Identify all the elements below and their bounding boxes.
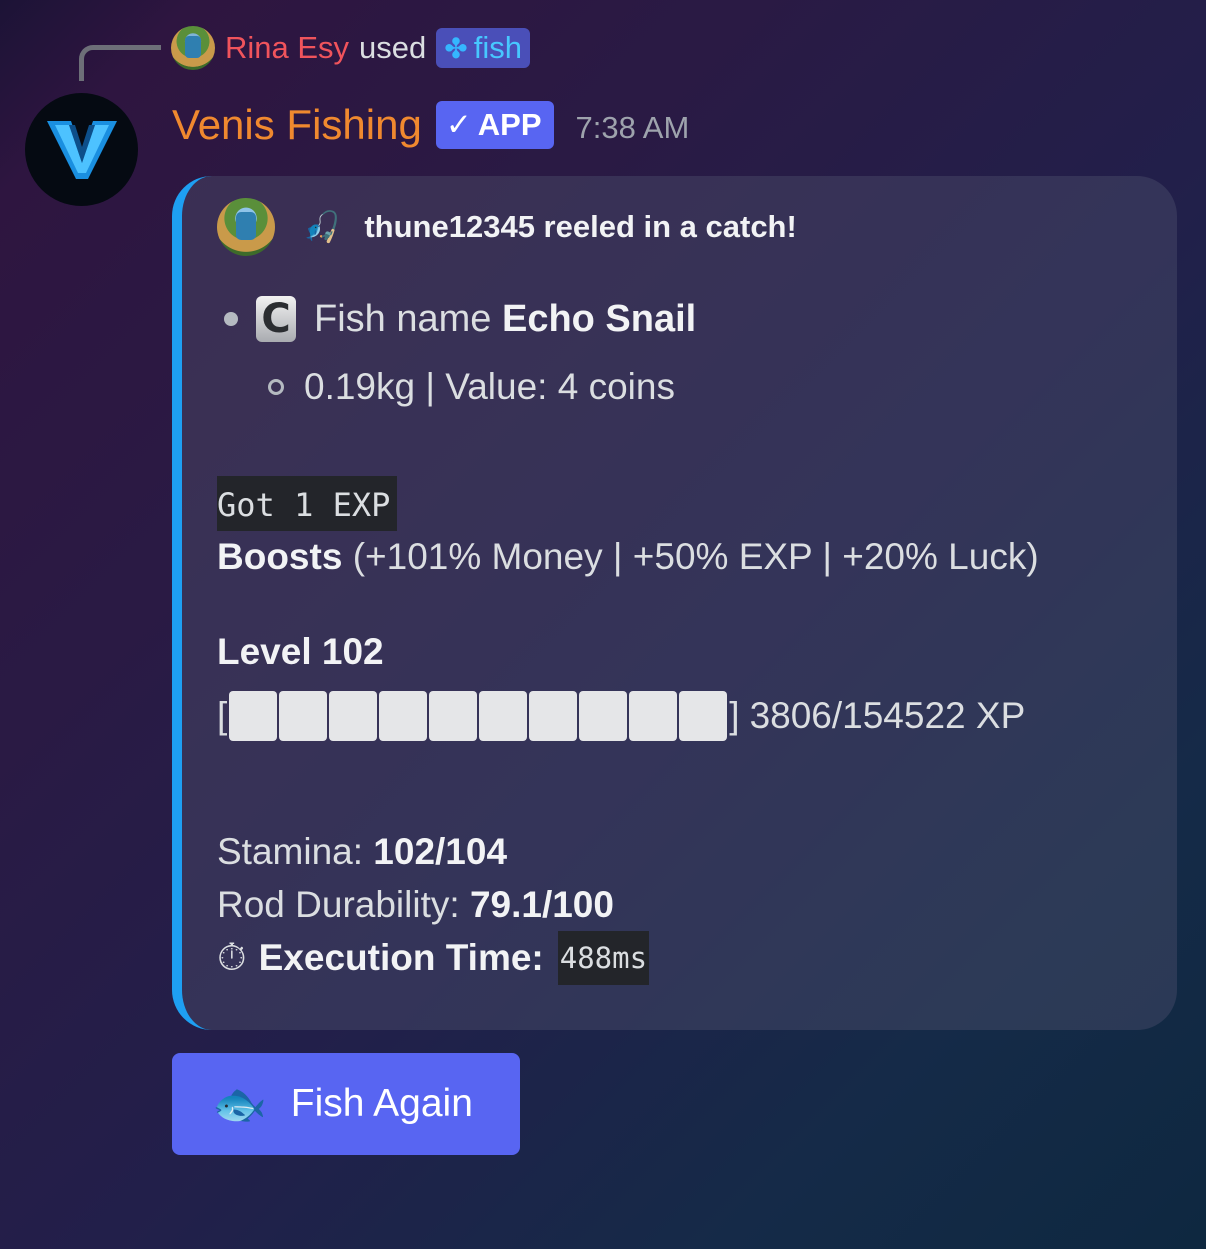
fish-name-label: Fish name — [314, 297, 492, 340]
xp-segment — [579, 691, 628, 741]
stamina-label: Stamina: — [217, 831, 364, 872]
xp-segment — [629, 691, 678, 741]
bot-avatar[interactable] — [25, 93, 138, 206]
fish-again-label: Fish Again — [290, 1082, 473, 1125]
boosts-label: Boosts — [217, 536, 343, 577]
stopwatch-icon: ⏱ — [217, 936, 247, 979]
boosts-line: Boosts (+101% Money | +50% EXP | +20% Lu… — [217, 536, 1039, 578]
level-title: Level 102 — [217, 631, 384, 672]
message-header: Venis Fishing ✓ APP 7:38 AM — [172, 96, 689, 154]
execution-time-value: 488ms — [557, 931, 650, 985]
clover-icon: ✤ — [444, 32, 468, 64]
rarity-c-icon: C — [256, 296, 296, 342]
xp-segment — [379, 691, 428, 741]
checkmark-icon: ✓ — [445, 107, 472, 142]
rod-durability-line: Rod Durability: 79.1/100 — [217, 884, 614, 926]
stamina-value: 102/104 — [373, 831, 508, 872]
xp-progress: [ ] 3806/154522 XP — [217, 691, 1025, 741]
boosts-value: (+101% Money | +50% EXP | +20% Luck) — [352, 536, 1039, 577]
reply-user-name[interactable]: Rina Esy — [225, 30, 349, 66]
xp-segment — [329, 691, 378, 741]
venis-logo-icon — [46, 120, 117, 179]
fish-weight-item: 0.19kg | Value: 4 coins — [268, 366, 675, 408]
execution-time-label: Execution Time: — [258, 937, 544, 978]
app-badge-label: APP — [477, 107, 542, 142]
xp-bracket-open: [ — [217, 695, 228, 736]
rod-durability-label: Rod Durability: — [217, 884, 460, 925]
xp-segment — [229, 691, 278, 741]
execution-time-line: ⏱ Execution Time: 488ms — [217, 931, 650, 985]
bot-name[interactable]: Venis Fishing — [172, 101, 422, 149]
author-avatar — [217, 198, 275, 256]
reply-header: Rina Esy used ✤ fish — [171, 25, 530, 71]
fish-name-item: C Fish name Echo Snail — [224, 296, 696, 342]
fish-weight-value: 0.19kg | Value: 4 coins — [304, 366, 675, 407]
reply-used-text: used — [359, 30, 427, 65]
xp-bracket-close: ] — [729, 695, 740, 736]
xp-segment — [279, 691, 328, 741]
xp-text: 3806/154522 XP — [749, 695, 1026, 736]
xp-bar — [229, 691, 728, 741]
fish-name-line: Fish name Echo Snail — [314, 298, 696, 341]
fishing-rod-icon: 🎣 — [303, 210, 341, 244]
app-badge: ✓ APP — [435, 101, 554, 149]
sub-bullet-icon — [268, 379, 284, 395]
xp-segment — [479, 691, 528, 741]
xp-segment — [679, 691, 728, 741]
catch-embed: 🎣 thune12345 reeled in a catch! C Fish n… — [172, 176, 1177, 1030]
fish-name-value: Echo Snail — [501, 297, 697, 340]
xp-segment — [429, 691, 478, 741]
xp-segment — [529, 691, 578, 741]
fish-hook-icon: 🐟 — [212, 1080, 267, 1129]
reply-connector — [79, 45, 161, 81]
author-text: thune12345 reeled in a catch! — [364, 209, 797, 244]
command-pill[interactable]: ✤ fish — [436, 28, 530, 68]
message-timestamp[interactable]: 7:38 AM — [576, 110, 690, 146]
exp-code: Got 1 EXP — [217, 476, 397, 531]
command-name: fish — [473, 30, 522, 65]
fish-again-button[interactable]: 🐟 Fish Again — [172, 1053, 520, 1155]
rod-durability-value: 79.1/100 — [469, 884, 614, 925]
bullet-icon — [224, 312, 238, 326]
stamina-line: Stamina: 102/104 — [217, 831, 507, 873]
embed-author: 🎣 thune12345 reeled in a catch! — [217, 198, 797, 256]
reply-user-avatar[interactable] — [171, 26, 215, 70]
